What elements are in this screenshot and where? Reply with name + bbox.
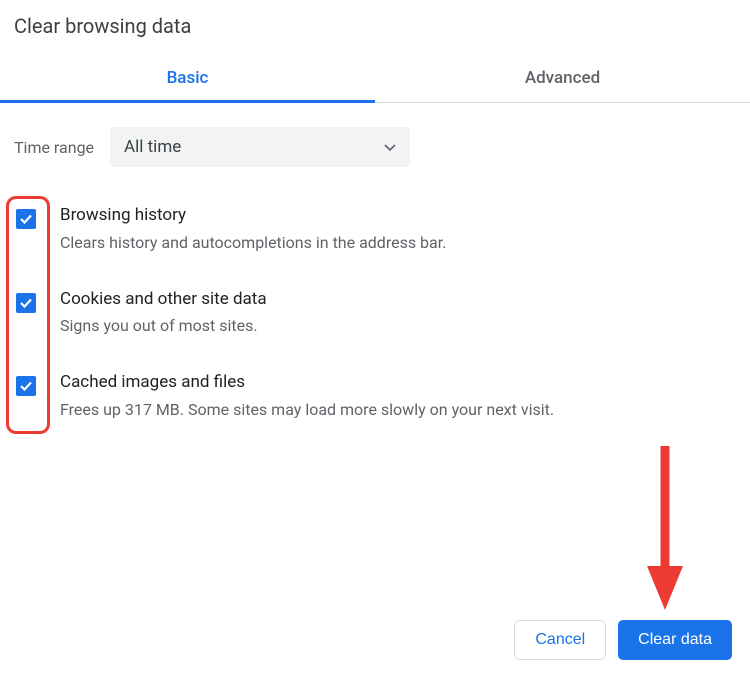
option-browsing-history: Browsing history Clears history and auto… — [7, 195, 736, 279]
time-range-row: Time range All time — [0, 103, 750, 187]
option-cache: Cached images and files Frees up 317 MB.… — [7, 362, 736, 446]
dialog-footer: Cancel Clear data — [514, 620, 732, 660]
option-desc: Frees up 317 MB. Some sites may load mor… — [60, 398, 736, 422]
cancel-button[interactable]: Cancel — [514, 620, 606, 660]
option-title: Cached images and files — [60, 370, 736, 396]
dialog-title: Clear browsing data — [0, 0, 750, 54]
time-range-select[interactable]: All time — [110, 127, 410, 167]
annotation-arrow-icon — [644, 442, 686, 616]
option-title: Browsing history — [60, 203, 736, 229]
option-text: Cookies and other site data Signs you ou… — [60, 287, 736, 339]
tab-basic[interactable]: Basic — [0, 54, 375, 102]
option-title: Cookies and other site data — [60, 287, 736, 313]
time-range-label: Time range — [14, 138, 94, 157]
checkbox-cache[interactable] — [16, 376, 36, 396]
option-text: Cached images and files Frees up 317 MB.… — [60, 370, 736, 422]
option-desc: Clears history and autocompletions in th… — [60, 231, 736, 255]
options-list: Browsing history Clears history and auto… — [0, 187, 750, 446]
tabs: Basic Advanced — [0, 54, 750, 103]
clear-data-button[interactable]: Clear data — [618, 620, 732, 660]
checkbox-cookies[interactable] — [16, 293, 36, 313]
time-range-value: All time — [124, 137, 181, 157]
checkbox-browsing-history[interactable] — [16, 209, 36, 229]
option-desc: Signs you out of most sites. — [60, 314, 736, 338]
option-cookies: Cookies and other site data Signs you ou… — [7, 279, 736, 363]
option-text: Browsing history Clears history and auto… — [60, 203, 736, 255]
chevron-down-icon — [384, 144, 396, 151]
tab-advanced[interactable]: Advanced — [375, 54, 750, 102]
